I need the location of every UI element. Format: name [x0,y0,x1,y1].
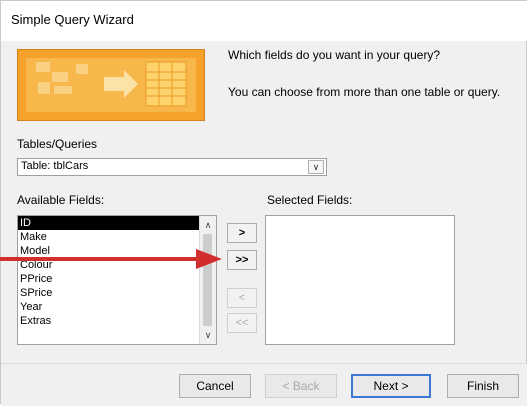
wizard-hint: You can choose from more than one table … [228,85,501,99]
wizard-banner-image [17,49,205,121]
tables-queries-combobox[interactable]: Table: tblCars ∨ [17,158,327,176]
list-item[interactable]: ID [18,216,199,230]
query-wizard-dialog: Simple Query Wizard Which fields do you … [0,0,527,406]
table-to-query-icon [36,61,187,107]
list-item[interactable]: SPrice [18,286,199,300]
remove-field-button[interactable]: < [227,288,257,308]
scroll-down-icon[interactable]: ∨ [200,328,216,342]
tables-queries-value: Table: tblCars [21,160,89,172]
selected-fields-label: Selected Fields: [267,193,353,207]
red-pointer-arrow [0,249,222,269]
window-title: Simple Query Wizard [11,12,134,27]
remove-all-fields-button[interactable]: << [227,313,257,333]
list-item[interactable]: Year [18,300,199,314]
chevron-down-icon[interactable]: ∨ [308,160,324,174]
title-bar: Simple Query Wizard [1,1,527,41]
add-field-button[interactable]: > [227,223,257,243]
tables-queries-label: Tables/Queries [17,137,98,151]
available-fields-scrollbar[interactable]: ∧ ∨ [199,216,216,344]
available-fields-label: Available Fields: [17,193,105,207]
scroll-up-icon[interactable]: ∧ [200,218,216,232]
wizard-question: Which fields do you want in your query? [228,48,441,62]
cancel-button[interactable]: Cancel [179,374,251,398]
available-fields-list[interactable]: ID Make Model Colour PPrice SPrice Year … [17,215,217,345]
add-all-fields-button[interactable]: >> [227,250,257,270]
selected-fields-list[interactable] [265,215,455,345]
wizard-footer: Cancel < Back Next > Finish [1,363,527,406]
finish-button[interactable]: Finish [447,374,519,398]
back-button[interactable]: < Back [265,374,337,398]
list-item[interactable]: Extras [18,314,199,328]
list-item[interactable]: Make [18,230,199,244]
next-button[interactable]: Next > [351,374,431,398]
